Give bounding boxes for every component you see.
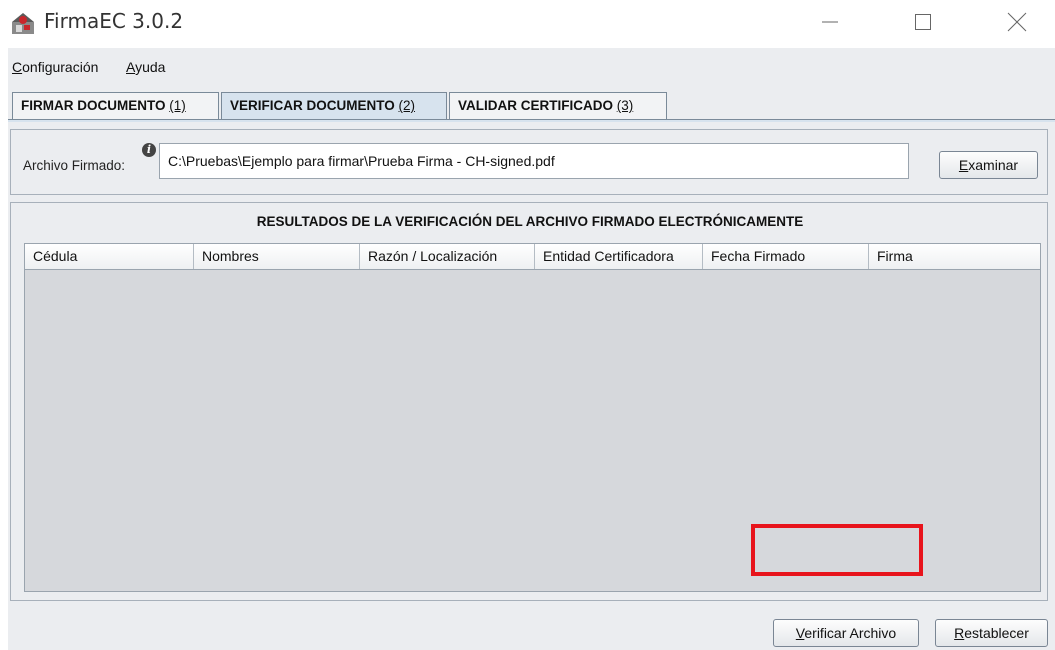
tab-validar-label: VALIDAR CERTIFICADO (458, 98, 617, 113)
restablecer-label: establecer (964, 625, 1029, 641)
restablecer-button[interactable]: Restablecer (935, 619, 1048, 647)
window-title: FirmaEC 3.0.2 (44, 9, 184, 33)
restablecer-mnemonic: R (954, 625, 965, 641)
results-panel: RESULTADOS DE LA VERIFICACIÓN DEL ARCHIV… (10, 202, 1048, 601)
verificar-label: erificar Archivo (804, 625, 897, 641)
tab-validar-mnemonic: (3) (616, 98, 634, 113)
examinar-label: xaminar (968, 157, 1019, 173)
tab-verificar-label: VERIFICAR DOCUMENTO (230, 98, 399, 113)
minimize-button[interactable] (800, 0, 860, 44)
file-label: Archivo Firmado: (23, 158, 126, 173)
column-header-firma[interactable]: Firma (869, 244, 1040, 269)
results-title: RESULTADOS DE LA VERIFICACIÓN DEL ARCHIV… (256, 214, 804, 229)
minimize-icon (822, 21, 838, 23)
table-header: Cédula Nombres Razón / Localización Enti… (25, 244, 1040, 270)
file-panel: Archivo Firmado: i Examinar (10, 129, 1048, 195)
menu-configuracion[interactable]: Configuración (12, 59, 98, 75)
verificar-archivo-button[interactable]: Verificar Archivo (773, 619, 919, 647)
examinar-button[interactable]: Examinar (939, 151, 1038, 179)
app-icon (12, 13, 34, 34)
verify-panel: Archivo Firmado: i Examinar RESULTADOS D… (8, 122, 1055, 650)
close-button[interactable] (987, 0, 1047, 44)
tab-verificar-mnemonic: (2) (398, 98, 416, 113)
close-icon (1007, 12, 1027, 32)
menu-ayuda[interactable]: Ayuda (126, 59, 165, 75)
signed-file-path-input[interactable] (159, 143, 909, 179)
maximize-icon (915, 14, 931, 30)
column-header-razon-localizacion[interactable]: Razón / Localización (360, 244, 535, 269)
menu-ayuda-mnemonic: A (126, 59, 136, 75)
menu-configuracion-mnemonic: C (12, 59, 23, 75)
column-header-cedula[interactable]: Cédula (25, 244, 194, 269)
tab-firmar-mnemonic: (1) (169, 98, 186, 113)
column-header-nombres[interactable]: Nombres (194, 244, 360, 269)
tab-verificar-documento[interactable]: VERIFICAR DOCUMENTO (2) (221, 92, 447, 119)
menu-configuracion-label: onfiguración (22, 59, 99, 75)
info-icon[interactable]: i (142, 143, 156, 157)
tab-firmar-documento[interactable]: FIRMAR DOCUMENTO (1) (12, 92, 219, 119)
column-header-entidad-certificadora[interactable]: Entidad Certificadora (535, 244, 703, 269)
title-bar: FirmaEC 3.0.2 (0, 0, 1055, 48)
window-body: Configuración Ayuda FIRMAR DOCUMENTO (1)… (8, 48, 1055, 650)
tab-validar-certificado[interactable]: VALIDAR CERTIFICADO (3) (449, 92, 667, 119)
menu-ayuda-label: yuda (135, 59, 166, 75)
examinar-mnemonic: E (958, 157, 969, 173)
column-header-fecha-firmado[interactable]: Fecha Firmado (703, 244, 869, 269)
tab-firmar-label: FIRMAR DOCUMENTO (21, 98, 170, 113)
maximize-button[interactable] (893, 0, 953, 44)
menu-bar: Configuración Ayuda (8, 48, 1055, 86)
results-table[interactable]: Cédula Nombres Razón / Localización Enti… (24, 243, 1041, 592)
